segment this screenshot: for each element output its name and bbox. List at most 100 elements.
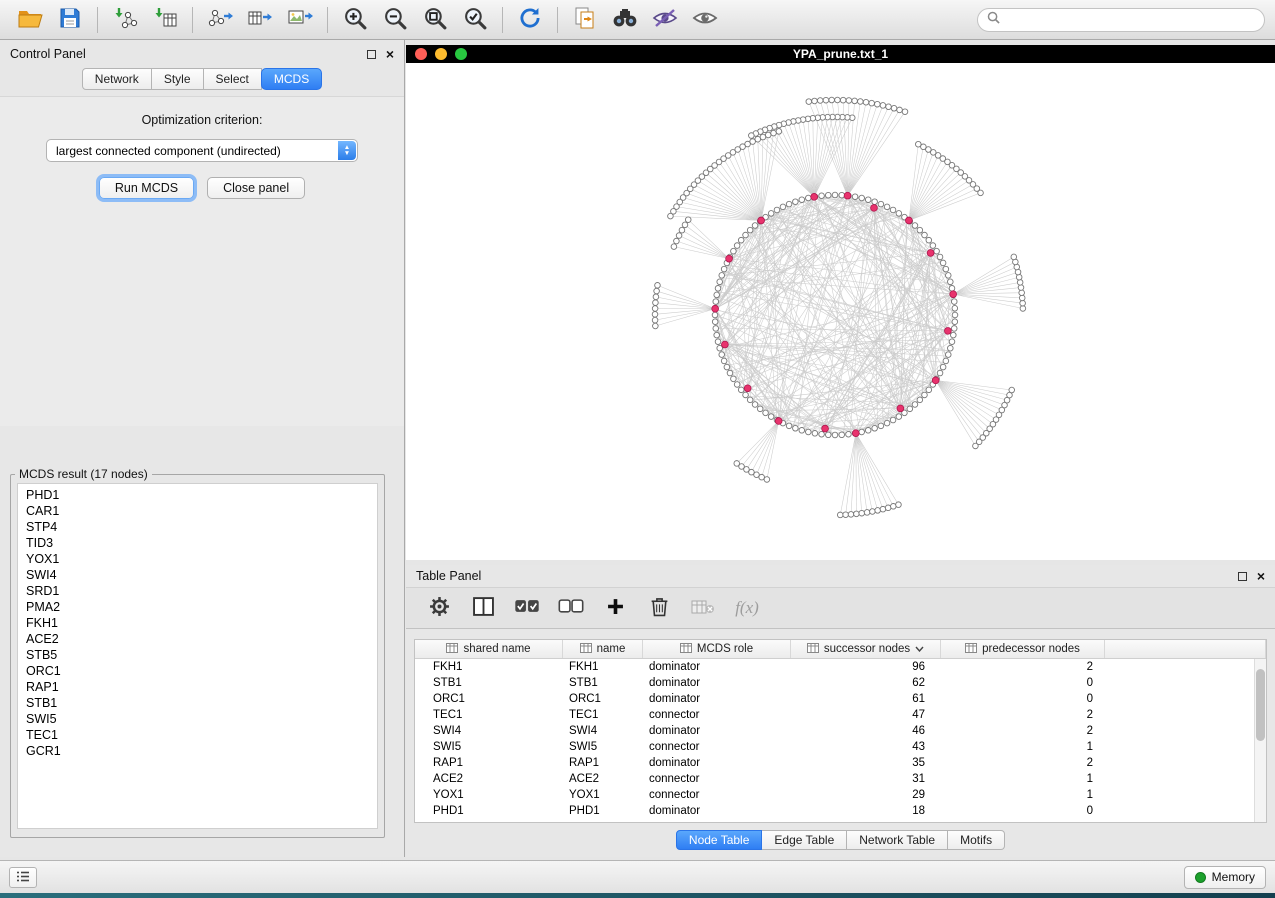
- close-panel-icon[interactable]: ×: [386, 48, 394, 60]
- cell-shared-name[interactable]: PHD1: [415, 803, 563, 819]
- cell-name[interactable]: PHD1: [563, 803, 643, 819]
- tab-network-table[interactable]: Network Table: [847, 830, 948, 850]
- table-row[interactable]: ORC1ORC1dominator610: [415, 691, 1266, 707]
- mcds-result-item[interactable]: STP4: [18, 519, 377, 535]
- cell-successor-nodes[interactable]: 35: [791, 755, 941, 771]
- cell-predecessor-nodes[interactable]: 2: [941, 659, 1105, 675]
- add-column-button[interactable]: [598, 592, 632, 624]
- mcds-result-item[interactable]: FKH1: [18, 615, 377, 631]
- cell-name[interactable]: RAP1: [563, 755, 643, 771]
- cell-name[interactable]: SWI4: [563, 723, 643, 739]
- task-history-button[interactable]: [9, 867, 37, 888]
- cell-shared-name[interactable]: ORC1: [415, 691, 563, 707]
- cell-successor-nodes[interactable]: 31: [791, 771, 941, 787]
- cell-successor-nodes[interactable]: 47: [791, 707, 941, 723]
- memory-button[interactable]: Memory: [1184, 866, 1266, 889]
- cell-mcds-role[interactable]: connector: [643, 771, 791, 787]
- zoom-out-button[interactable]: [375, 4, 415, 36]
- cell-name[interactable]: ACE2: [563, 771, 643, 787]
- cell-mcds-role[interactable]: connector: [643, 787, 791, 803]
- close-table-panel-icon[interactable]: ×: [1257, 570, 1265, 582]
- cell-shared-name[interactable]: RAP1: [415, 755, 563, 771]
- cell-mcds-role[interactable]: connector: [643, 707, 791, 723]
- cell-mcds-role[interactable]: connector: [643, 739, 791, 755]
- mcds-result-item[interactable]: STB5: [18, 647, 377, 663]
- import-table-button[interactable]: [145, 4, 185, 36]
- table-row[interactable]: STB1STB1dominator620: [415, 675, 1266, 691]
- mcds-result-item[interactable]: STB1: [18, 695, 377, 711]
- zoom-in-button[interactable]: [335, 4, 375, 36]
- cell-predecessor-nodes[interactable]: 1: [941, 787, 1105, 803]
- search-input[interactable]: [1006, 13, 1255, 27]
- zoom-selected-button[interactable]: [455, 4, 495, 36]
- function-builder-button[interactable]: f(x): [730, 592, 764, 624]
- refresh-button[interactable]: [510, 4, 550, 36]
- cell-shared-name[interactable]: YOX1: [415, 787, 563, 803]
- cell-predecessor-nodes[interactable]: 2: [941, 755, 1105, 771]
- table-row[interactable]: FKH1FKH1dominator962: [415, 659, 1266, 675]
- close-window-icon[interactable]: [415, 48, 427, 60]
- tab-select[interactable]: Select: [204, 68, 262, 90]
- mcds-result-item[interactable]: PHD1: [18, 487, 377, 503]
- open-file-button[interactable]: [10, 4, 50, 36]
- hide-selected-button[interactable]: [645, 4, 685, 36]
- cell-mcds-role[interactable]: dominator: [643, 675, 791, 691]
- cell-predecessor-nodes[interactable]: 0: [941, 675, 1105, 691]
- cell-successor-nodes[interactable]: 62: [791, 675, 941, 691]
- tab-network[interactable]: Network: [82, 68, 152, 90]
- mcds-result-item[interactable]: PMA2: [18, 599, 377, 615]
- criterion-dropdown[interactable]: largest connected component (undirected)…: [46, 139, 358, 162]
- show-graphics-details-button[interactable]: [685, 4, 725, 36]
- table-row[interactable]: RAP1RAP1dominator352: [415, 755, 1266, 771]
- import-network-button[interactable]: [105, 4, 145, 36]
- cell-predecessor-nodes[interactable]: 1: [941, 739, 1105, 755]
- export-image-button[interactable]: [280, 4, 320, 36]
- cell-predecessor-nodes[interactable]: 0: [941, 691, 1105, 707]
- cell-name[interactable]: STB1: [563, 675, 643, 691]
- cell-shared-name[interactable]: SWI5: [415, 739, 563, 755]
- mcds-result-item[interactable]: TEC1: [18, 727, 377, 743]
- column-header-shared-name[interactable]: shared name: [415, 640, 563, 658]
- column-header-name[interactable]: name: [563, 640, 643, 658]
- tab-node-table[interactable]: Node Table: [676, 830, 763, 850]
- cell-shared-name[interactable]: ACE2: [415, 771, 563, 787]
- deselect-all-button[interactable]: [554, 592, 588, 624]
- cell-shared-name[interactable]: SWI4: [415, 723, 563, 739]
- mcds-result-item[interactable]: SWI5: [18, 711, 377, 727]
- table-row[interactable]: YOX1YOX1connector291: [415, 787, 1266, 803]
- minimize-window-icon[interactable]: [435, 48, 447, 60]
- mcds-result-item[interactable]: SRD1: [18, 583, 377, 599]
- cell-mcds-role[interactable]: dominator: [643, 755, 791, 771]
- cell-predecessor-nodes[interactable]: 1: [941, 771, 1105, 787]
- float-panel-icon[interactable]: [367, 50, 376, 59]
- tab-style[interactable]: Style: [152, 68, 204, 90]
- cell-mcds-role[interactable]: dominator: [643, 723, 791, 739]
- cell-name[interactable]: TEC1: [563, 707, 643, 723]
- cell-name[interactable]: YOX1: [563, 787, 643, 803]
- column-header-successor-nodes[interactable]: successor nodes: [791, 640, 941, 658]
- cell-shared-name[interactable]: FKH1: [415, 659, 563, 675]
- mcds-result-item[interactable]: CAR1: [18, 503, 377, 519]
- cell-successor-nodes[interactable]: 43: [791, 739, 941, 755]
- export-network-button[interactable]: [200, 4, 240, 36]
- mcds-result-item[interactable]: GCR1: [18, 743, 377, 759]
- save-session-button[interactable]: [50, 4, 90, 36]
- cell-successor-nodes[interactable]: 29: [791, 787, 941, 803]
- cell-shared-name[interactable]: STB1: [415, 675, 563, 691]
- clear-table-button[interactable]: [686, 592, 720, 624]
- column-header-mcds-role[interactable]: MCDS role: [643, 640, 791, 658]
- cell-mcds-role[interactable]: dominator: [643, 659, 791, 675]
- cell-shared-name[interactable]: TEC1: [415, 707, 563, 723]
- cell-successor-nodes[interactable]: 46: [791, 723, 941, 739]
- cell-successor-nodes[interactable]: 18: [791, 803, 941, 819]
- column-header-predecessor-nodes[interactable]: predecessor nodes: [941, 640, 1105, 658]
- mcds-result-item[interactable]: ACE2: [18, 631, 377, 647]
- tab-motifs[interactable]: Motifs: [948, 830, 1005, 850]
- zoom-fit-button[interactable]: [415, 4, 455, 36]
- cell-mcds-role[interactable]: dominator: [643, 803, 791, 819]
- clone-network-button[interactable]: [565, 4, 605, 36]
- find-button[interactable]: [605, 4, 645, 36]
- mcds-result-item[interactable]: SWI4: [18, 567, 377, 583]
- table-row[interactable]: ACE2ACE2connector311: [415, 771, 1266, 787]
- cell-predecessor-nodes[interactable]: 2: [941, 723, 1105, 739]
